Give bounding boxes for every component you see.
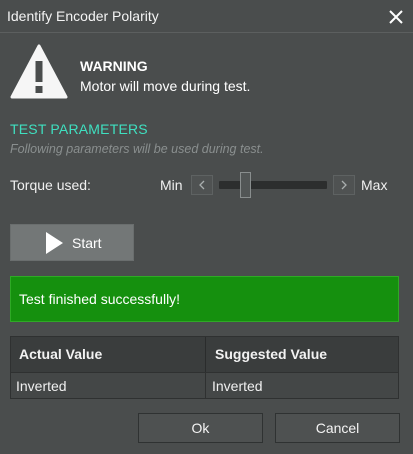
status-banner: Test finished successfully! <box>10 276 399 322</box>
cancel-button[interactable]: Cancel <box>275 413 400 443</box>
test-parameters-heading: TEST PARAMETERS <box>10 121 148 137</box>
warning-title: WARNING <box>80 58 148 74</box>
close-button[interactable] <box>379 0 413 33</box>
start-button-label: Start <box>72 234 102 251</box>
suggested-value-cell: Inverted <box>212 378 263 394</box>
column-header-actual-value[interactable]: Actual Value <box>11 337 206 372</box>
torque-slider[interactable] <box>191 172 355 198</box>
start-button[interactable]: Start <box>10 224 134 261</box>
play-icon <box>46 231 63 254</box>
status-message: Test finished successfully! <box>19 291 181 307</box>
slider-min-label: Min <box>160 177 183 193</box>
slider-increment-button[interactable] <box>333 175 355 195</box>
window-title: Identify Encoder Polarity <box>7 8 159 24</box>
slider-max-label: Max <box>361 177 388 193</box>
warning-message: Motor will move during test. <box>80 78 251 94</box>
actual-value-cell: Inverted <box>11 373 206 399</box>
table-row[interactable]: Inverted Inverted <box>11 372 398 399</box>
warning-icon <box>10 44 68 99</box>
test-parameters-subtitle: Following parameters will be used during… <box>10 142 264 156</box>
slider-thumb[interactable] <box>240 172 252 198</box>
column-header-suggested-value[interactable]: Suggested Value <box>207 337 398 372</box>
chevron-right-icon <box>341 180 347 190</box>
ok-button[interactable]: Ok <box>138 413 263 443</box>
slider-decrement-button[interactable] <box>191 175 213 195</box>
slider-track[interactable] <box>219 181 327 189</box>
close-icon <box>389 9 403 24</box>
torque-label: Torque used: <box>10 177 91 193</box>
title-bar: Identify Encoder Polarity <box>0 0 413 33</box>
results-table: Actual Value Suggested Value Inverted In… <box>10 336 399 399</box>
table-header: Actual Value Suggested Value <box>11 337 398 372</box>
chevron-left-icon <box>199 180 205 190</box>
